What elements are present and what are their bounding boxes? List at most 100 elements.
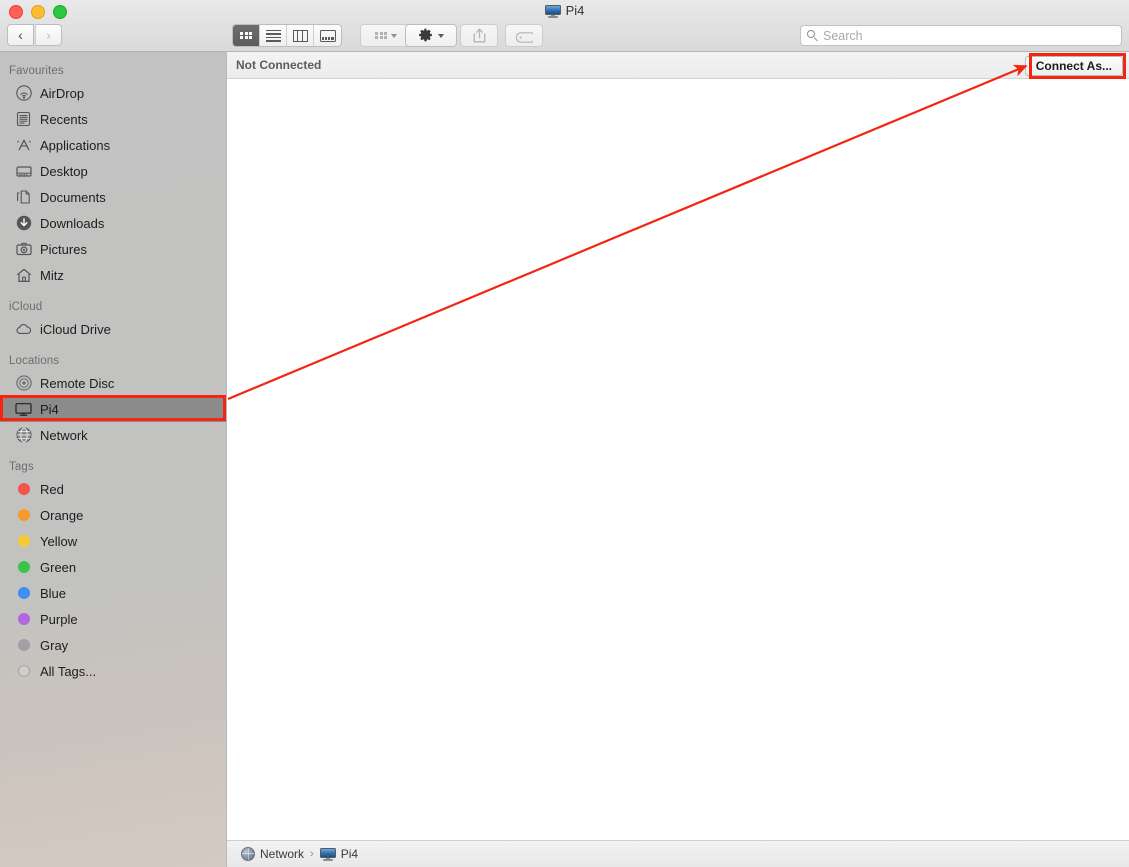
sidebar-item-label: Pi4 [40, 401, 59, 417]
forward-button[interactable]: › [35, 24, 62, 46]
tag-dot-icon [15, 481, 32, 498]
breadcrumb-separator: › [310, 848, 314, 860]
sidebar-item-tag-red[interactable]: Red [0, 476, 226, 502]
connection-status-bar: Not Connected Connect As... [227, 52, 1129, 79]
sidebar-item-documents[interactable]: Documents [0, 184, 226, 210]
grid-icon [240, 31, 252, 40]
sidebar-item-desktop[interactable]: Desktop [0, 158, 226, 184]
sidebar-item-label: iCloud Drive [40, 321, 111, 337]
tag-dot-icon [15, 559, 32, 576]
column-view-button[interactable] [287, 25, 314, 46]
chevron-left-icon: ‹ [18, 27, 23, 43]
content-area: Not Connected Connect As... [227, 52, 1129, 867]
sidebar-item-label: Desktop [40, 163, 88, 179]
sidebar-item-label: Orange [40, 507, 84, 523]
breadcrumb-item-network[interactable]: Network [241, 847, 304, 861]
sidebar-item-label: Green [40, 559, 77, 575]
tag-dot-icon [15, 533, 32, 550]
minimize-button[interactable] [31, 5, 45, 19]
sidebar-item-label: Gray [40, 637, 69, 653]
tag-dot-hollow-icon [15, 663, 32, 680]
pictures-icon [15, 241, 32, 258]
share-button[interactable] [460, 24, 498, 47]
sidebar-item-label: Pictures [40, 241, 87, 257]
maximize-button[interactable] [53, 5, 67, 19]
globe-icon [15, 427, 32, 444]
gallery-view-button[interactable] [314, 25, 341, 46]
navigation-buttons: ‹ › [7, 24, 62, 46]
sidebar-item-applications[interactable]: Applications [0, 132, 226, 158]
sidebar-item-tag-yellow[interactable]: Yellow [0, 528, 226, 554]
sidebar-section-tags-header: Tags [9, 461, 34, 473]
chevron-right-icon: › [46, 27, 51, 43]
breadcrumb-item-pi4[interactable]: Pi4 [319, 847, 359, 861]
chevron-down-icon [391, 33, 397, 38]
search-icon [807, 30, 818, 42]
sidebar-item-tag-blue[interactable]: Blue [0, 580, 226, 606]
icon-view-button[interactable] [233, 25, 260, 46]
monitor-icon [319, 847, 336, 861]
tag-dot-icon [15, 637, 32, 654]
action-gear-button[interactable] [405, 24, 457, 47]
list-icon [265, 29, 281, 42]
sidebar-item-tag-green[interactable]: Green [0, 554, 226, 580]
title-bar: Pi4 ‹ › Search [0, 0, 1129, 52]
sidebar-section-favourites-header: Favourites [9, 65, 64, 77]
tag-dot-icon [15, 611, 32, 628]
home-icon [15, 267, 32, 284]
sidebar-item-label: Applications [40, 137, 111, 153]
tag-dot-icon [15, 585, 32, 602]
sidebar-item-tag-purple[interactable]: Purple [0, 606, 226, 632]
disc-icon [15, 375, 32, 392]
sidebar-item-label: Red [40, 481, 64, 497]
path-bar: Network › Pi4 [227, 840, 1129, 867]
sidebar-section-icloud-header: iCloud [9, 301, 43, 313]
list-view-button[interactable] [260, 25, 287, 46]
sidebar-item-all-tags[interactable]: All Tags... [0, 658, 226, 684]
file-listing-area[interactable] [227, 79, 1129, 840]
sidebar-item-label: All Tags... [40, 663, 97, 679]
sidebar-item-label: Mitz [40, 267, 64, 283]
sidebar-item-icloud-drive[interactable]: iCloud Drive [0, 316, 226, 342]
back-button[interactable]: ‹ [7, 24, 34, 46]
sidebar-item-remote-disc[interactable]: Remote Disc [0, 370, 226, 396]
window-title-text: Pi4 [565, 3, 585, 18]
search-input[interactable]: Search [800, 25, 1122, 46]
sidebar-item-airdrop[interactable]: AirDrop [0, 80, 226, 106]
close-button[interactable] [9, 5, 23, 19]
tag-button[interactable] [505, 24, 543, 47]
window-title: Pi4 [0, 2, 1129, 20]
airdrop-icon [15, 85, 32, 102]
monitor-icon [15, 401, 32, 418]
gear-icon [418, 28, 433, 43]
sidebar-item-pi4[interactable]: Pi4 [0, 396, 226, 422]
search-placeholder: Search [823, 28, 863, 43]
sidebar-item-label: Network [40, 427, 88, 443]
view-mode-group [232, 24, 342, 47]
sidebar-item-label: Blue [40, 585, 67, 601]
status-text: Not Connected [236, 58, 322, 72]
breadcrumb-label: Pi4 [340, 847, 359, 861]
sidebar-item-mitz[interactable]: Mitz [0, 262, 226, 288]
sidebar-item-label: Remote Disc [40, 375, 115, 391]
breadcrumb-label: Network [260, 847, 305, 861]
share-icon [473, 28, 486, 43]
sidebar-item-recents[interactable]: Recents [0, 106, 226, 132]
cloud-icon [15, 321, 32, 338]
sidebar-item-label: Purple [40, 611, 78, 627]
sidebar-item-pictures[interactable]: Pictures [0, 236, 226, 262]
sidebar-item-network[interactable]: Network [0, 422, 226, 448]
sidebar-item-label: Recents [40, 111, 88, 127]
gallery-icon [319, 29, 336, 42]
applications-icon [15, 137, 32, 154]
downloads-icon [15, 215, 32, 232]
sidebar-item-label: Yellow [40, 533, 78, 549]
tag-icon [515, 30, 536, 43]
sidebar-item-tag-gray[interactable]: Gray [0, 632, 226, 658]
recents-icon [15, 111, 32, 128]
sidebar-item-tag-orange[interactable]: Orange [0, 502, 226, 528]
connect-as-button[interactable]: Connect As... [1024, 56, 1123, 76]
window-controls [9, 5, 67, 19]
group-grid-icon [375, 31, 387, 40]
sidebar-item-downloads[interactable]: Downloads [0, 210, 226, 236]
